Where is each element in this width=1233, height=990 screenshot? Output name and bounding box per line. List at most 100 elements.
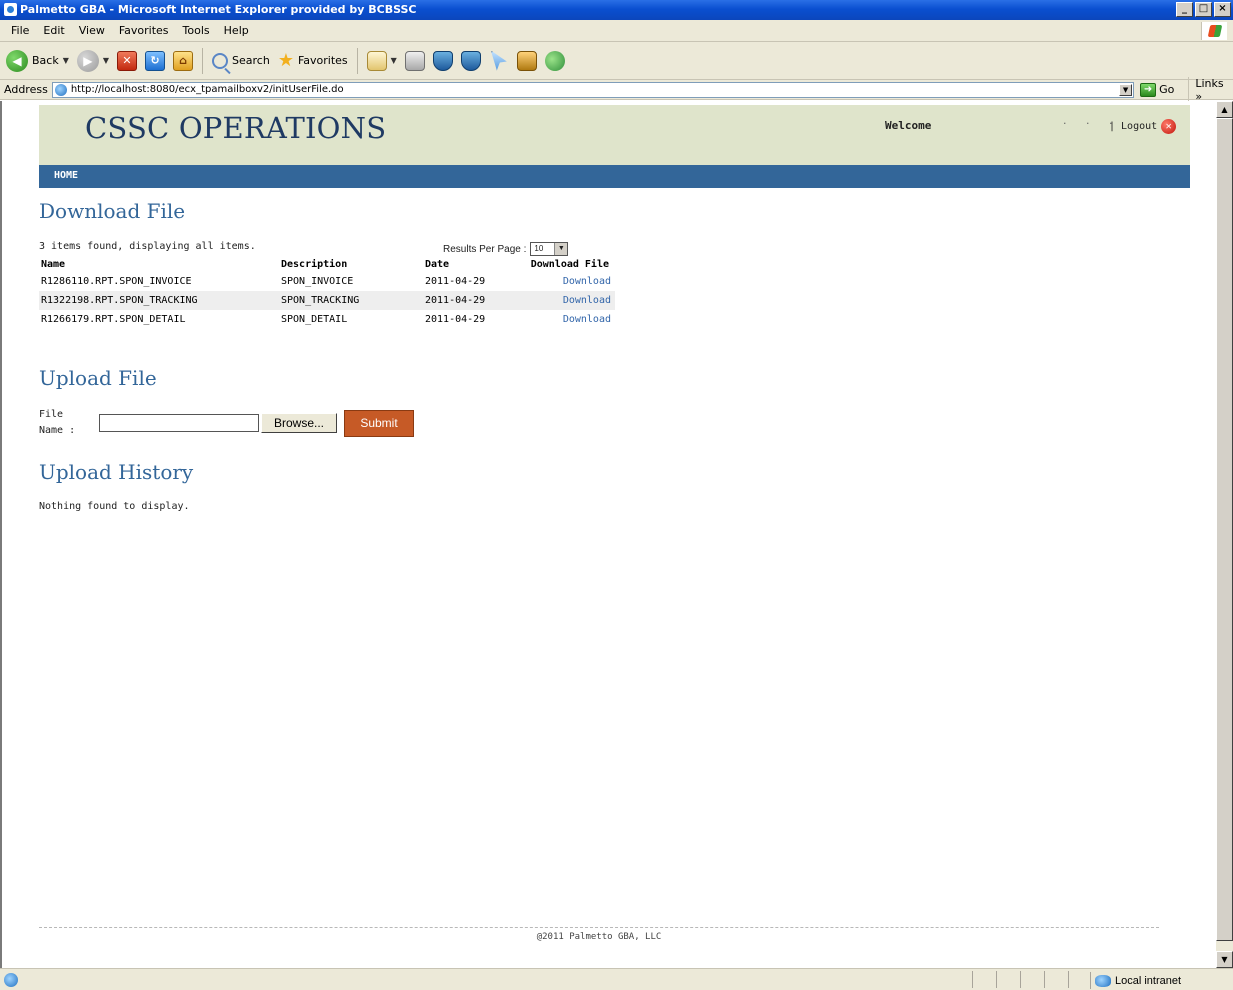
windows-logo-icon [1201, 22, 1227, 40]
address-input[interactable]: http://localhost:8080/ecx_tpamailboxv2/i… [51, 81, 1135, 98]
file-name-label: File Name : [39, 407, 97, 439]
empty-history-text: Nothing found to display. [39, 501, 190, 512]
download-link[interactable]: Download [563, 276, 611, 287]
file-name: R1322198.RPT.SPON_TRACKING [39, 291, 279, 310]
forward-dropdown-icon[interactable]: ▼ [103, 56, 109, 65]
maximize-button[interactable]: □ [1195, 2, 1212, 17]
scrollbar-thumb[interactable] [1216, 118, 1233, 941]
go-arrow-icon: ➜ [1140, 82, 1157, 97]
cursor-button[interactable] [487, 46, 511, 76]
results-per-page: Results Per Page : 10 ▼ [443, 242, 569, 256]
cursor-icon [490, 50, 507, 71]
address-dropdown-icon[interactable]: ▼ [1119, 83, 1133, 96]
scroll-down-icon[interactable]: ▼ [1216, 951, 1233, 968]
menu-favorites[interactable]: Favorites [112, 24, 176, 37]
shield-icon [432, 50, 453, 71]
column-header-name[interactable]: Name [39, 256, 279, 272]
stop-button[interactable]: ✕ [115, 46, 139, 76]
download-table: Name Description Date Download File R128… [39, 256, 615, 329]
mail-icon [366, 50, 387, 71]
nav-home-link[interactable]: HOME [54, 170, 78, 181]
home-button[interactable]: ⌂ [171, 46, 195, 76]
column-header-description[interactable]: Description [279, 256, 423, 272]
mail-button[interactable]: ▼ [365, 46, 399, 76]
nav-bar: HOME [39, 165, 1190, 188]
go-button[interactable]: ➜ Go [1140, 82, 1175, 97]
footer-copyright: @2011 Palmetto GBA, LLC [536, 932, 662, 942]
intranet-icon [1095, 974, 1111, 987]
shield-button-1[interactable] [431, 46, 455, 76]
search-button[interactable]: Search [210, 46, 272, 76]
logout-label: | Logout [1109, 121, 1158, 132]
menu-tools[interactable]: Tools [176, 24, 217, 37]
address-label: Address [4, 83, 48, 96]
go-label: Go [1159, 83, 1175, 96]
search-icon [212, 52, 229, 69]
menu-view[interactable]: View [72, 24, 112, 37]
back-button[interactable]: ◀ Back ▼ [4, 46, 71, 76]
stop-icon: ✕ [117, 50, 138, 71]
messenger-button[interactable] [543, 46, 567, 76]
messenger-icon [544, 50, 565, 71]
research-button[interactable] [515, 46, 539, 76]
back-dropdown-icon[interactable]: ▼ [63, 56, 69, 65]
window-title: Palmetto GBA - Microsoft Internet Explor… [20, 3, 417, 16]
results-per-page-label: Results Per Page : [443, 243, 527, 255]
forward-button[interactable]: ▶ ▼ [75, 46, 111, 76]
download-link[interactable]: Download [563, 295, 611, 306]
vertical-scrollbar[interactable]: ▲ ▼ [1216, 101, 1233, 968]
site-header: CSSC OPERATIONS Welcome · · · | Logout ✕ [39, 105, 1190, 165]
favorites-button[interactable]: ★ Favorites [276, 46, 350, 76]
table-row: R1286110.RPT.SPON_INVOICE SPON_INVOICE 2… [39, 272, 615, 291]
items-found-text: 3 items found, displaying all items. [39, 241, 256, 252]
download-link[interactable]: Download [563, 314, 611, 325]
status-bar: Local intranet [0, 968, 1233, 990]
welcome-text: Welcome [885, 119, 932, 132]
submit-button[interactable]: Submit [344, 409, 414, 437]
logout-link[interactable]: | Logout ✕ [1109, 119, 1177, 134]
upload-form: File Name : Browse... Submit [39, 407, 414, 439]
mail-dropdown-icon[interactable]: ▼ [391, 56, 397, 65]
refresh-button[interactable]: ↻ [143, 46, 167, 76]
back-arrow-icon: ◀ [6, 49, 28, 72]
chevron-down-icon: ▼ [554, 243, 568, 255]
scroll-up-icon[interactable]: ▲ [1216, 101, 1233, 118]
status-panels [972, 971, 1092, 988]
research-icon [516, 50, 537, 71]
refresh-icon: ↻ [145, 50, 166, 71]
file-description: SPON_DETAIL [281, 314, 348, 325]
close-window-button[interactable]: × [1214, 2, 1231, 17]
status-panel [996, 971, 1020, 988]
file-description: SPON_INVOICE [281, 276, 354, 287]
search-label: Search [232, 54, 270, 67]
table-header-row: Name Description Date Download File [39, 256, 615, 272]
menu-help[interactable]: Help [217, 24, 256, 37]
zone-label: Local intranet [1115, 974, 1182, 987]
file-name-label-line1: File [39, 409, 64, 420]
table-row: R1266179.RPT.SPON_DETAIL SPON_DETAIL 201… [39, 310, 615, 329]
column-header-download[interactable]: Download File [515, 256, 615, 272]
status-panel [972, 971, 996, 988]
upload-title: Upload File [39, 366, 157, 390]
status-panel [1044, 971, 1068, 988]
links-button[interactable]: Links » [1188, 76, 1233, 103]
page-icon [54, 83, 67, 96]
browser-toolbar: ◀ Back ▼ ▶ ▼ ✕ ↻ ⌂ Search ★ Favorites ▼ [0, 42, 1233, 80]
toolbar-separator [356, 47, 358, 74]
minimize-button[interactable]: _ [1176, 2, 1193, 17]
shield-button-2[interactable] [459, 46, 483, 76]
site-brand: CSSC OPERATIONS [85, 111, 387, 145]
browse-button[interactable]: Browse... [261, 413, 337, 433]
window-titlebar: Palmetto GBA - Microsoft Internet Explor… [0, 0, 1233, 20]
address-bar: Address http://localhost:8080/ecx_tpamai… [0, 76, 1233, 103]
footer-divider [39, 927, 1159, 928]
file-path-input[interactable] [99, 414, 259, 432]
logout-close-icon[interactable]: ✕ [1161, 119, 1177, 134]
print-button[interactable] [403, 46, 427, 76]
menu-edit[interactable]: Edit [36, 24, 71, 37]
results-per-page-select[interactable]: 10 ▼ [530, 242, 569, 256]
address-url: http://localhost:8080/ecx_tpamailboxv2/i… [70, 83, 344, 95]
favorites-star-icon: ★ [277, 49, 294, 71]
column-header-date[interactable]: Date [423, 256, 515, 272]
menu-file[interactable]: File [4, 24, 36, 37]
